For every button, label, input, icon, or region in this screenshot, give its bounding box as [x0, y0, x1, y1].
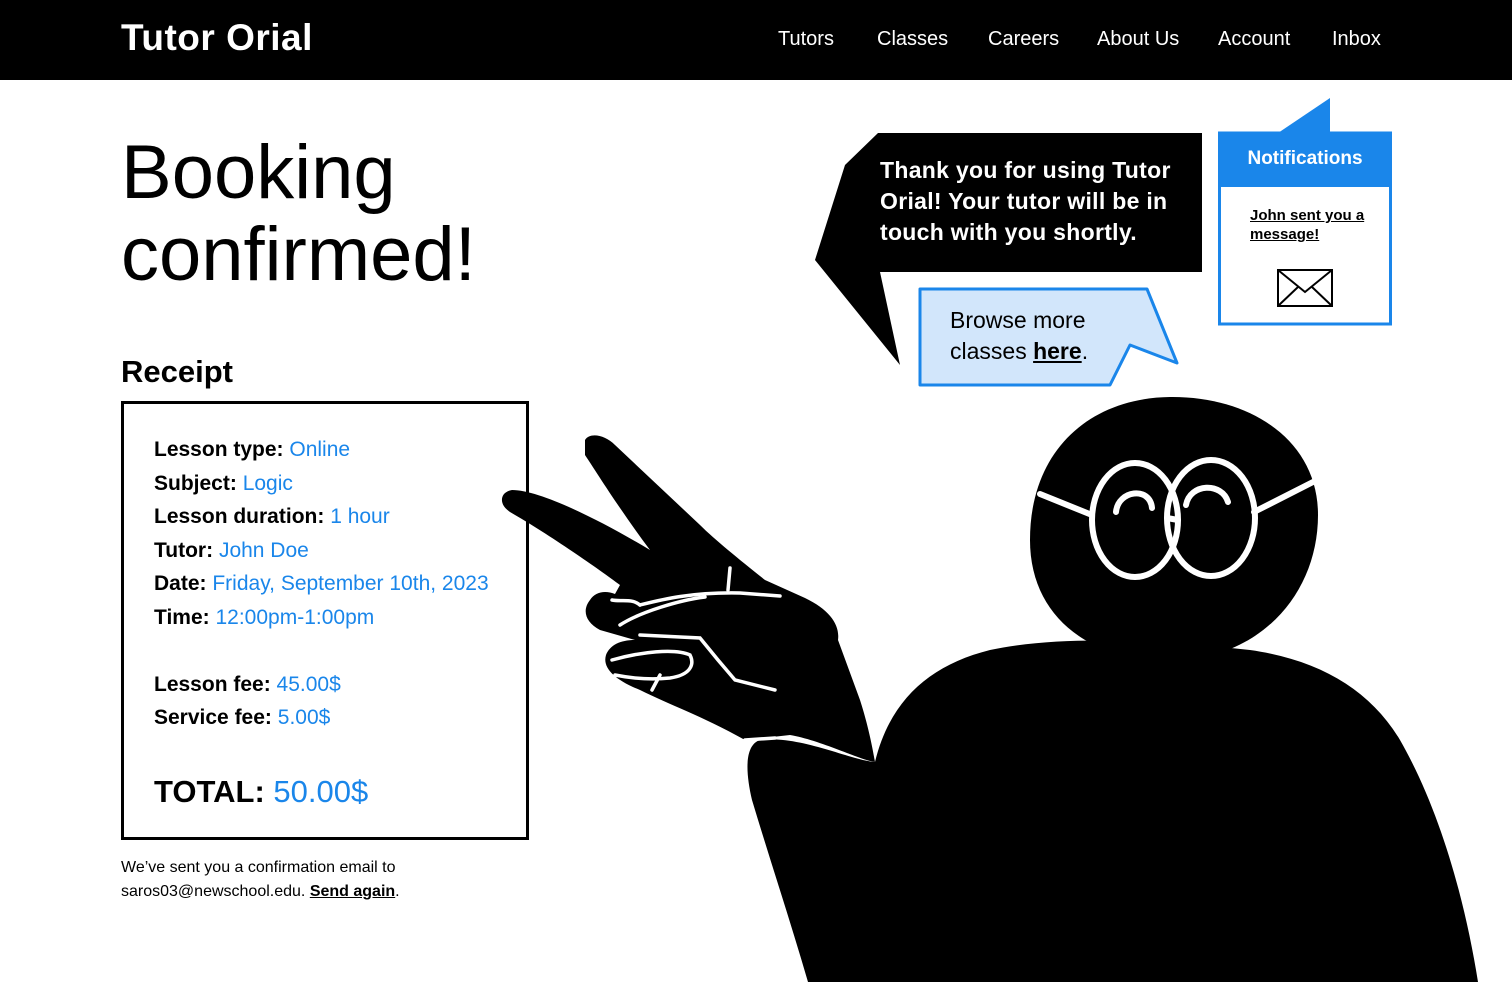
browse-text: Browse more classes here. [950, 305, 1140, 367]
thank-you-text: Thank you for using Tutor Orial! Your tu… [880, 157, 1171, 245]
browse-suffix: . [1081, 338, 1089, 364]
person-head [1030, 396, 1318, 661]
date-value: Friday, September 10th, 2023 [212, 572, 489, 595]
receipt-lesson-type: Lesson type: Online [154, 438, 350, 462]
page-title-line2: confirmed! [121, 212, 476, 297]
receipt-subject: Subject: Logic [154, 472, 293, 496]
page-title: Booking confirmed! [121, 132, 476, 296]
duration-value: 1 hour [330, 505, 390, 528]
date-label: Date: [154, 572, 207, 595]
receipt-date: Date: Friday, September 10th, 2023 [154, 572, 489, 596]
total-value: 50.00$ [273, 774, 369, 809]
lesson-type-value: Online [289, 438, 351, 461]
tutor-label: Tutor: [154, 539, 214, 562]
receipt-total: TOTAL: 50.00$ [154, 774, 368, 810]
envelope-icon [1277, 269, 1333, 307]
lesson-fee-label: Lesson fee: [154, 673, 271, 696]
duration-label: Lesson duration: [154, 505, 325, 528]
service-fee-label: Service fee: [154, 706, 272, 729]
time-label: Time: [154, 606, 210, 629]
service-fee-value: 5.00$ [277, 706, 331, 729]
receipt-lesson-fee: Lesson fee: 45.00$ [154, 673, 341, 697]
time-value: 12:00pm-1:00pm [215, 606, 375, 629]
page-title-line1: Booking [121, 130, 396, 215]
subject-value: Logic [242, 472, 293, 495]
notifications-title: Notifications [1247, 148, 1363, 169]
confirmation-note: We’ve sent you a confirmation email to s… [121, 859, 400, 900]
receipt-tutor: Tutor: John Doe [154, 539, 309, 563]
lesson-fee-value: 45.00$ [276, 673, 341, 696]
receipt-service-fee: Service fee: 5.00$ [154, 706, 330, 730]
receipt-duration: Lesson duration: 1 hour [154, 505, 390, 529]
person-body [747, 640, 1478, 982]
notifications-tab [1278, 98, 1330, 133]
subject-label: Subject: [154, 472, 237, 495]
browse-here-link[interactable]: here [1033, 338, 1082, 364]
receipt-time: Time: 12:00pm-1:00pm [154, 606, 374, 630]
total-label: TOTAL: [154, 774, 265, 809]
send-again-link[interactable]: Send again [310, 883, 395, 900]
receipt-heading: Receipt [121, 354, 233, 389]
receipt-box: Lesson type: Online Subject: Logic Lesso… [121, 401, 529, 840]
lesson-type-label: Lesson type: [154, 438, 284, 461]
notification-message-link[interactable]: John sent you a message! [1250, 206, 1370, 244]
tutor-value: John Doe [218, 539, 309, 562]
